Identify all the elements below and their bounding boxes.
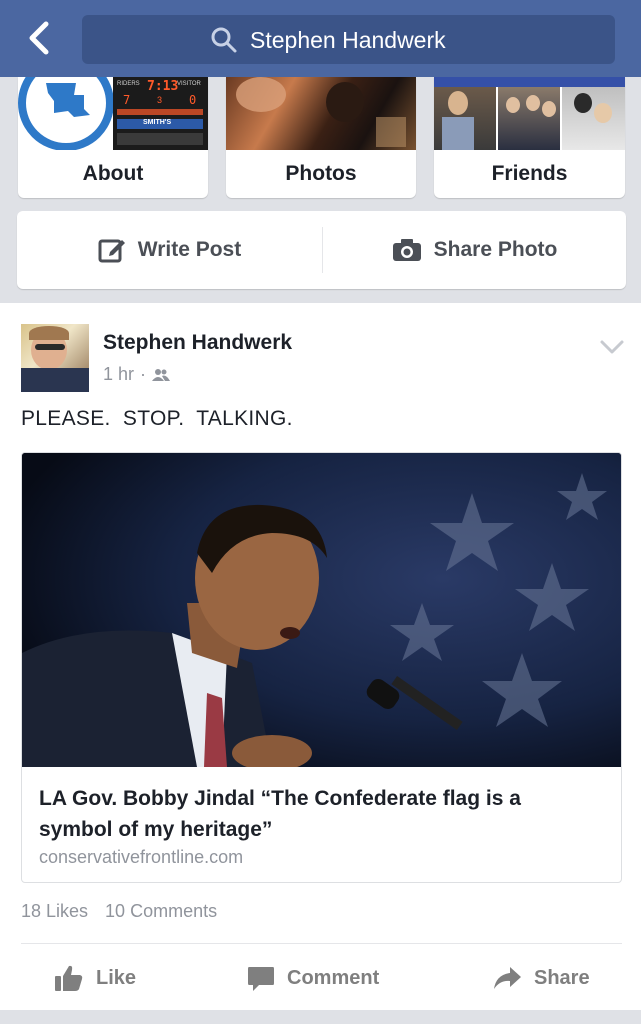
link-preview-card[interactable]: LA Gov. Bobby Jindal “The Confederate fl… (21, 452, 622, 883)
chevron-down-icon[interactable] (598, 337, 626, 357)
post-meta: 1 hr · (103, 364, 171, 385)
thumbs-up-icon (55, 965, 83, 991)
post-text: PLEASE. STOP. TALKING. (21, 407, 293, 430)
scoreboard: RIDERS VISITOR 7:13 7 3 0 SMITH'S (113, 77, 208, 150)
scoreboard-visitor-label: VISITOR (177, 81, 201, 87)
about-tile-image: RIDERS VISITOR 7:13 7 3 0 SMITH'S (18, 77, 208, 150)
photos-tile-label: Photos (285, 162, 357, 185)
scoreboard-visitor-score: 0 (189, 93, 197, 107)
photos-tile[interactable]: Photos (226, 77, 416, 198)
link-preview-image (22, 453, 621, 767)
share-photo-label: Share Photo (433, 238, 558, 261)
photos-tile-image (226, 77, 416, 150)
scoreboard-sponsor: SMITH'S (143, 119, 172, 126)
scoreboard-home-score: 7 (123, 93, 131, 107)
search-query: Stephen Handwerk (250, 27, 446, 53)
post-time[interactable]: 1 hr (103, 364, 134, 385)
comment-label: Comment (287, 966, 380, 989)
scoreboard-quarter: 3 (157, 95, 163, 105)
friends-tile-label: Friends (491, 162, 568, 185)
share-arrow-icon (494, 967, 521, 989)
search-icon (211, 27, 237, 53)
meta-separator: · (140, 364, 147, 384)
share-photo-button[interactable]: Share Photo (323, 211, 626, 289)
feed-post: Stephen Handwerk 1 hr · PLEASE. STOP. TA… (0, 303, 641, 1010)
write-post-button[interactable]: Write Post (17, 211, 322, 289)
friends-audience-icon (152, 368, 171, 381)
friends-tile[interactable]: Friends (434, 77, 625, 198)
scoreboard-home-label: RIDERS (117, 81, 140, 87)
link-domain: conservativefrontline.com (39, 847, 244, 867)
likes-count[interactable]: 18 Likes (21, 901, 88, 922)
composer-card: Write Post Share Photo (17, 211, 626, 289)
comment-button[interactable]: Comment (247, 958, 379, 998)
search-bar[interactable]: Stephen Handwerk (82, 15, 615, 64)
camera-icon (392, 239, 421, 261)
comment-bubble-icon (248, 967, 274, 991)
post-divider (21, 943, 622, 944)
post-author[interactable]: Stephen Handwerk (103, 331, 292, 355)
top-bar: Stephen Handwerk (0, 0, 641, 77)
share-label: Share (534, 966, 590, 989)
link-title[interactable]: LA Gov. Bobby Jindal “The Confederate fl… (39, 783, 599, 845)
speaker-photo (22, 453, 621, 767)
friends-tile-image (434, 77, 625, 150)
like-label: Like (96, 966, 137, 989)
write-post-label: Write Post (137, 238, 242, 261)
about-tile[interactable]: RIDERS VISITOR 7:13 7 3 0 SMITH'S About (18, 77, 208, 198)
about-tile-label: About (82, 162, 144, 185)
scoreboard-clock: 7:13 (147, 79, 179, 94)
like-button[interactable]: Like (54, 958, 136, 998)
back-arrow-icon[interactable] (22, 18, 56, 58)
louisiana-logo (18, 77, 114, 150)
share-button[interactable]: Share (492, 958, 590, 998)
engagement-counts: 18 Likes 10 Comments (21, 901, 217, 922)
pencil-icon (98, 239, 125, 263)
avatar[interactable] (21, 324, 89, 392)
comments-count[interactable]: 10 Comments (105, 901, 217, 922)
